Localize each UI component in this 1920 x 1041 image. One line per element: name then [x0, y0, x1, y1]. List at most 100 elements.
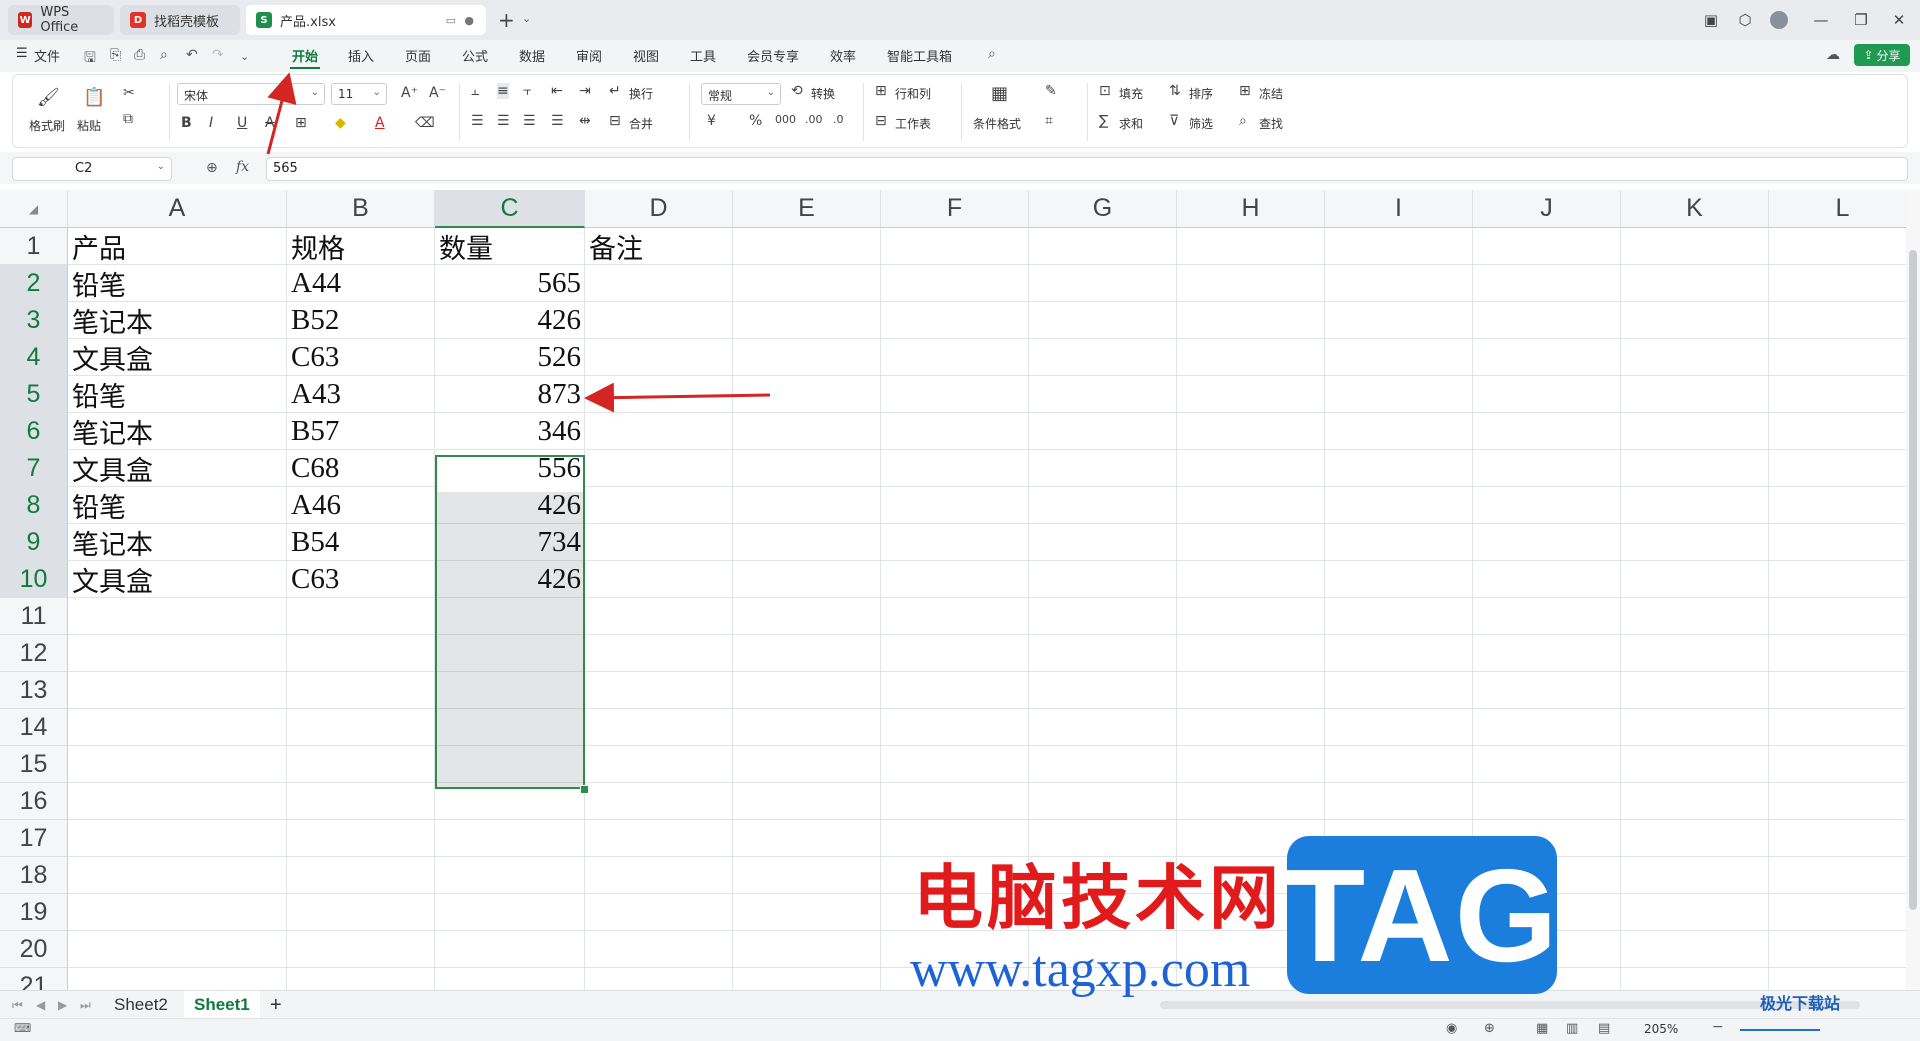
tab-wps-office[interactable]: W WPS Office — [8, 5, 114, 35]
cell-border-icon[interactable]: ⌗ — [1045, 113, 1053, 129]
paste-icon[interactable]: 📋 — [83, 87, 105, 108]
cell-b7[interactable]: C68 — [287, 450, 435, 487]
row-header-9[interactable]: 9 — [0, 524, 68, 561]
tab-review[interactable]: 审阅 — [576, 46, 602, 65]
cell-d4[interactable] — [585, 339, 733, 376]
percent-button[interactable]: % — [749, 113, 762, 129]
minimize-button[interactable]: — — [1806, 8, 1836, 32]
tab-smart-toolbox[interactable]: 智能工具箱 — [887, 46, 952, 65]
cell-a4[interactable]: 文具盒 — [68, 339, 287, 376]
indent-increase-icon[interactable]: ⇥ — [579, 83, 591, 99]
row-header-15[interactable]: 15 — [0, 746, 68, 783]
undo-icon[interactable]: ↶ — [186, 47, 198, 63]
font-name-select[interactable]: 宋体 ⌄ — [177, 83, 325, 105]
fill-icon[interactable]: ⊡ — [1099, 83, 1111, 99]
menu-icon[interactable]: ☰ — [16, 46, 28, 61]
zoom-slider[interactable] — [1740, 1029, 1820, 1031]
cell-d3[interactable] — [585, 302, 733, 339]
convert-button[interactable]: 转换 — [811, 85, 835, 102]
tab-product-xlsx[interactable]: S 产品.xlsx ▭ ● — [246, 5, 486, 35]
cell-b9[interactable]: B54 — [287, 524, 435, 561]
number-format-select[interactable]: 常规 ⌄ — [701, 83, 781, 105]
align-right-icon[interactable]: ☰ — [523, 113, 536, 129]
worksheet-icon[interactable]: ⊟ — [875, 113, 887, 129]
row-col-icon[interactable]: ⊞ — [875, 83, 887, 99]
sheet-tab-sheet1[interactable]: Sheet1 — [184, 991, 260, 1018]
cell-c7[interactable]: 556 — [435, 450, 585, 487]
restore-button[interactable]: ❐ — [1846, 8, 1876, 32]
next-sheet-icon[interactable]: ▶ — [58, 993, 67, 1017]
screen-icon[interactable]: ▭ — [446, 14, 456, 27]
find-icon[interactable]: ⌕ — [1239, 113, 1247, 129]
align-bottom-icon[interactable]: ⫟ — [523, 83, 531, 99]
print-preview-icon[interactable]: ⌕ — [160, 47, 168, 63]
cell-c1[interactable]: 数量 — [435, 228, 585, 265]
tab-view[interactable]: 视图 — [633, 46, 659, 65]
cell-d10[interactable] — [585, 561, 733, 598]
prev-sheet-icon[interactable]: ◀ — [36, 993, 45, 1017]
clear-format-icon[interactable]: ⌫ — [415, 115, 435, 131]
column-header-i[interactable]: I — [1325, 190, 1473, 228]
border-icon[interactable]: ⊞ — [295, 115, 307, 131]
merge-button[interactable]: 合并 — [629, 115, 653, 132]
row-header-7[interactable]: 7 — [0, 450, 68, 487]
sort-icon[interactable]: ⇅ — [1169, 83, 1181, 99]
cell-c5[interactable]: 873 — [435, 376, 585, 413]
increase-font-icon[interactable]: A⁺ — [401, 85, 418, 101]
tab-formula[interactable]: 公式 — [462, 46, 488, 65]
row-header-8[interactable]: 8 — [0, 487, 68, 524]
formula-input[interactable]: 565 — [266, 157, 1908, 181]
fx-button[interactable]: fx — [236, 159, 249, 175]
bold-button[interactable]: B — [181, 115, 192, 131]
row-header-14[interactable]: 14 — [0, 709, 68, 746]
cell-a6[interactable]: 笔记本 — [68, 413, 287, 450]
vertical-scrollbar[interactable] — [1906, 190, 1920, 990]
wrap-button[interactable]: 换行 — [629, 85, 653, 102]
italic-button[interactable]: I — [209, 115, 213, 131]
thousands-icon[interactable]: 000 — [775, 113, 796, 126]
last-sheet-icon[interactable]: ⏭ — [80, 993, 91, 1017]
column-header-k[interactable]: K — [1621, 190, 1769, 228]
format-painter-icon[interactable]: 🖌 — [37, 87, 60, 108]
row-header-6[interactable]: 6 — [0, 413, 68, 450]
sum-button[interactable]: 求和 — [1119, 115, 1143, 132]
align-center-icon[interactable]: ☰ — [497, 113, 510, 129]
copy-icon[interactable]: ⧉ — [123, 111, 133, 127]
freeze-button[interactable]: 冻结 — [1259, 85, 1283, 102]
row-col-button[interactable]: 行和列 — [895, 85, 931, 102]
close-button[interactable]: ✕ — [1884, 8, 1914, 32]
cell-d2[interactable] — [585, 265, 733, 302]
cell-a3[interactable]: 笔记本 — [68, 302, 287, 339]
cell-d5[interactable] — [585, 376, 733, 413]
crosshair-icon[interactable]: ⊕ — [1484, 1021, 1495, 1036]
fill-button[interactable]: 填充 — [1119, 85, 1143, 102]
wrap-icon[interactable]: ↵ — [609, 83, 621, 99]
distributed-icon[interactable]: ⇹ — [579, 113, 591, 129]
avatar[interactable] — [1764, 8, 1794, 32]
cell-a5[interactable]: 铅笔 — [68, 376, 287, 413]
decimal-increase-icon[interactable]: .00 — [805, 113, 823, 126]
column-header-l[interactable]: L — [1769, 190, 1906, 228]
cell-a9[interactable]: 笔记本 — [68, 524, 287, 561]
find-button[interactable]: 查找 — [1259, 115, 1283, 132]
align-middle-icon[interactable]: ≡ — [497, 83, 509, 99]
tab-tools[interactable]: 工具 — [690, 46, 716, 65]
row-header-3[interactable]: 3 — [0, 302, 68, 339]
first-sheet-icon[interactable]: ⏮ — [12, 993, 23, 1017]
chevron-down-icon[interactable]: ⌄ — [522, 12, 531, 25]
sort-button[interactable]: 排序 — [1189, 85, 1213, 102]
sum-icon[interactable]: ∑ — [1099, 113, 1108, 129]
align-top-icon[interactable]: ⫠ — [471, 83, 479, 99]
font-size-select[interactable]: 11 ⌄ — [331, 83, 387, 105]
fill-color-icon[interactable]: ◆ — [335, 115, 346, 131]
redo-icon[interactable]: ↷ — [212, 47, 224, 63]
quick-access-dropdown-icon[interactable]: ⌄ — [240, 50, 249, 63]
new-tab-button[interactable]: + — [498, 8, 515, 32]
cell-b1[interactable]: 规格 — [287, 228, 435, 265]
row-header-2[interactable]: 2 — [0, 265, 68, 302]
add-sheet-button[interactable]: + — [270, 993, 282, 1017]
cell-c2[interactable]: 565 — [435, 265, 585, 302]
column-header-e[interactable]: E — [733, 190, 881, 228]
indent-decrease-icon[interactable]: ⇤ — [551, 83, 563, 99]
column-header-h[interactable]: H — [1177, 190, 1325, 228]
